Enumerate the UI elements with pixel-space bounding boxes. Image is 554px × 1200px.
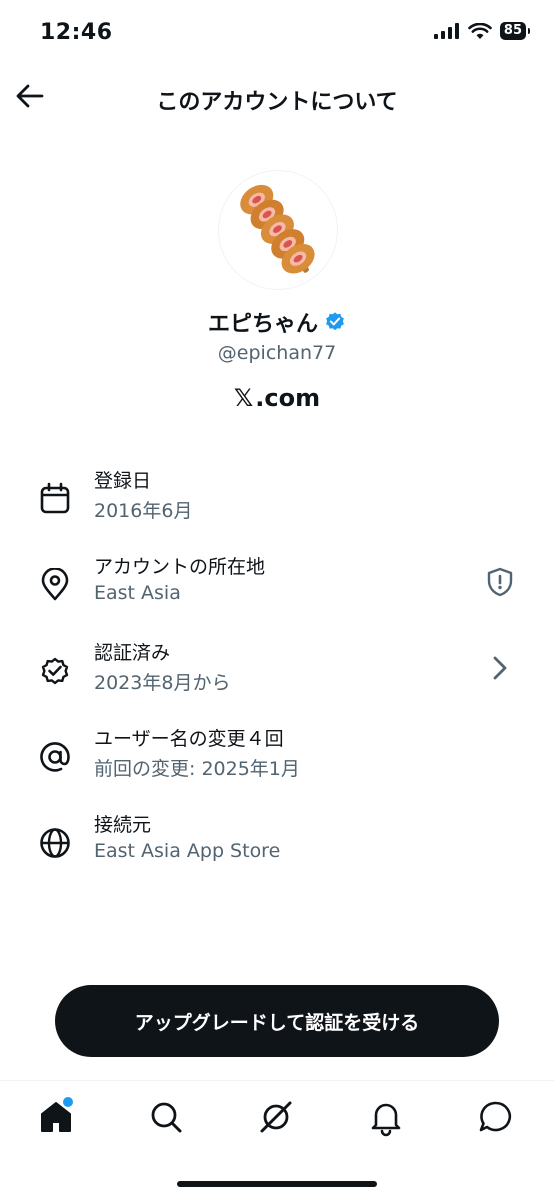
username-handle: @epichan77 (217, 342, 337, 364)
info-value: 2023年8月から (94, 672, 231, 694)
avatar[interactable] (218, 170, 338, 290)
shield-alert-icon[interactable] (484, 566, 516, 598)
notification-dot (61, 1095, 75, 1109)
location-pin-icon (41, 568, 69, 601)
home-indicator (177, 1181, 377, 1187)
info-value: 2016年6月 (94, 500, 193, 522)
grok-icon (260, 1101, 292, 1133)
display-name: エピちゃん (207, 312, 318, 337)
tab-notifications[interactable] (366, 1097, 406, 1137)
upgrade-verify-button[interactable]: アップグレードして認証を受ける (55, 985, 499, 1057)
info-row-connected-via: 接続元 East Asia App Store (0, 810, 554, 876)
status-icons: 85 (433, 22, 531, 40)
info-row-location: アカウントの所在地 East Asia (0, 552, 554, 618)
chevron-right-icon[interactable] (484, 652, 516, 684)
info-value: East Asia (94, 582, 181, 604)
tab-grok[interactable] (256, 1097, 296, 1137)
cellular-signal-icon (433, 23, 459, 39)
tab-home[interactable] (36, 1095, 76, 1137)
wifi-icon (468, 22, 492, 39)
verified-badge-icon (326, 312, 344, 331)
info-title: 認証済み (94, 642, 171, 664)
chat-bubble-icon (479, 1101, 512, 1132)
info-value: 前回の変更: 2025年1月 (94, 758, 300, 780)
search-icon (151, 1102, 182, 1133)
info-title: ユーザー名の変更４回 (94, 728, 284, 750)
globe-icon (40, 828, 70, 858)
calendar-icon (40, 482, 70, 514)
at-sign-icon (40, 742, 70, 772)
verified-badge-outline-icon (41, 657, 69, 685)
bell-icon (371, 1103, 401, 1137)
page-title: このアカウントについて (156, 90, 398, 115)
info-row-username-changes: ユーザー名の変更４回 前回の変更: 2025年1月 (0, 724, 554, 790)
status-bar: 12:46 85 (0, 0, 554, 66)
tab-messages[interactable] (476, 1097, 516, 1137)
fried-food-skewer-illustration (240, 184, 315, 274)
site-domain: .com (255, 384, 321, 412)
top-bar: このアカウントについて (0, 66, 554, 130)
x-com-label: 𝕏 .com (0, 384, 554, 412)
display-name-row: エピちゃん (0, 306, 554, 338)
status-time: 12:46 (40, 20, 113, 45)
info-row-joined: 登録日 2016年6月 (0, 466, 554, 532)
info-title: 接続元 (94, 814, 152, 836)
x-logo: 𝕏 (233, 384, 254, 412)
tab-search[interactable] (146, 1097, 186, 1137)
info-value: East Asia App Store (94, 840, 281, 862)
bottom-tab-bar (0, 1081, 554, 1161)
info-title: アカウントの所在地 (94, 556, 266, 578)
battery-indicator: 85 (499, 22, 531, 40)
info-row-verified[interactable]: 認証済み 2023年8月から (0, 638, 554, 704)
info-title: 登録日 (94, 470, 152, 492)
